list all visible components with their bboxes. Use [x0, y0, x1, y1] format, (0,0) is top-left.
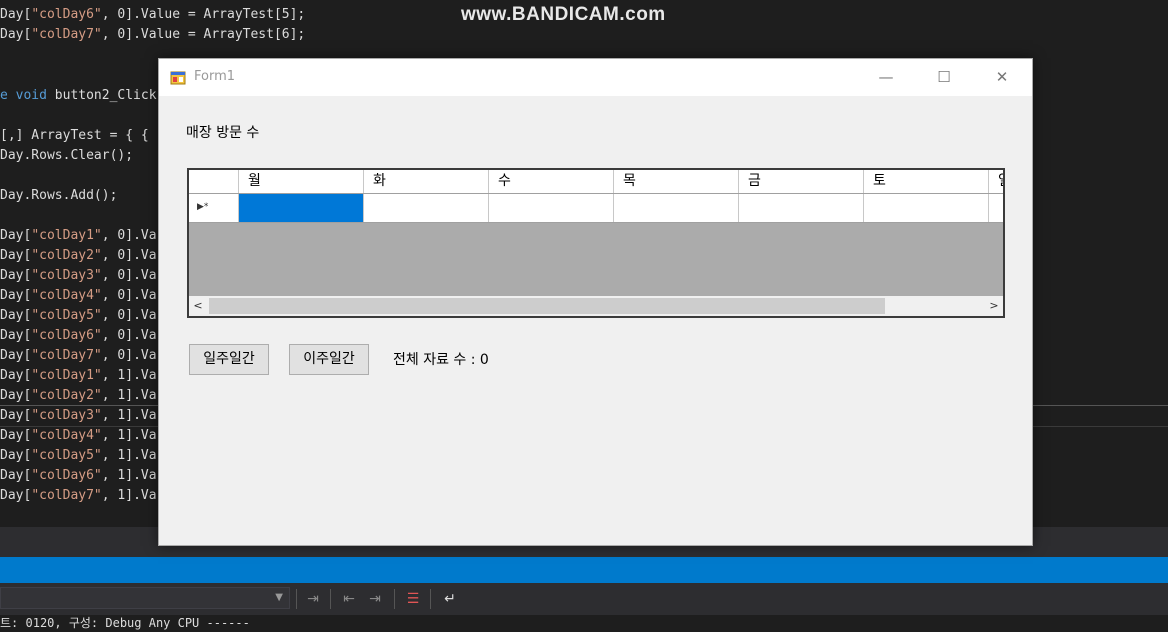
code-line: Day["colDay3", 0].Va	[0, 268, 157, 283]
code-line: e void button2_Click(	[0, 88, 165, 103]
grid-new-row[interactable]: ▶*	[189, 194, 1003, 223]
maximize-button[interactable]: ☐	[921, 59, 967, 96]
previous-message-icon[interactable]: ⇤	[339, 589, 359, 609]
bandicam-watermark: www.BANDICAM.com	[461, 4, 666, 25]
grid-corner-header[interactable]	[189, 170, 239, 193]
output-toolbar: ▼ ⇥ ⇤ ⇥ ☰ ↵	[0, 583, 1168, 615]
word-wrap-icon[interactable]: ↵	[440, 589, 460, 609]
output-source-dropdown[interactable]: ▼	[0, 587, 290, 609]
chevron-down-icon: ▼	[275, 592, 283, 603]
code-line: Day.Rows.Clear();	[0, 148, 134, 163]
scroll-left-icon[interactable]: <	[189, 296, 207, 316]
code-line: Day["colDay2", 1].Va	[0, 388, 157, 403]
column-header-wed[interactable]: 수	[489, 170, 614, 193]
code-line: Day["colDay7", 0].Va	[0, 348, 157, 363]
code-line: Day["colDay1", 0].Va	[0, 228, 157, 243]
two-weeks-button[interactable]: 이주일간	[289, 344, 369, 375]
column-header-mon[interactable]: 월	[239, 170, 364, 193]
one-week-button[interactable]: 일주일간	[189, 344, 269, 375]
total-records-label: 전체 자료 수 : 0	[393, 352, 489, 368]
code-line: Day["colDay6", 1].Va	[0, 468, 157, 483]
row-header[interactable]: ▶*	[189, 194, 239, 222]
grid-cell-sun[interactable]	[989, 194, 1003, 222]
toolbar-separator	[430, 589, 431, 609]
grid-cell-wed[interactable]	[489, 194, 614, 222]
column-header-thu[interactable]: 목	[614, 170, 739, 193]
minimize-button[interactable]: —	[863, 59, 909, 96]
next-message-icon[interactable]: ⇥	[365, 589, 385, 609]
code-line: Day["colDay4", 0].Va	[0, 288, 157, 303]
code-line: Day["colDay3", 1].Va	[0, 408, 157, 423]
column-header-tue[interactable]: 화	[364, 170, 489, 193]
toolbar-separator	[296, 589, 297, 609]
form1-window: Form1 — ☐ ✕ 매장 방문 수 월 화 수 목 금 토 일 ▶*	[158, 58, 1033, 546]
output-text: 트: 0120, 구성: Debug Any CPU ------	[0, 615, 1168, 632]
code-line: Day["colDay4", 1].Va	[0, 428, 157, 443]
grid-cell-tue[interactable]	[364, 194, 489, 222]
code-line: Day["colDay7", 1].Va	[0, 488, 157, 503]
form-app-icon	[170, 71, 186, 85]
code-line: [,] ArrayTest = { {	[0, 128, 149, 143]
code-line: Day["colDay6", 0].Va	[0, 328, 157, 343]
code-line: Day["colDay1", 1].Va	[0, 368, 157, 383]
code-line: Day.Rows.Add();	[0, 188, 118, 203]
code-line: Day["colDay6", 0].Value = ArrayTest[5];	[0, 7, 306, 22]
title-bar[interactable]: Form1 — ☐ ✕	[159, 59, 1032, 96]
window-title: Form1	[194, 69, 236, 84]
column-header-sat[interactable]: 토	[864, 170, 989, 193]
goto-output-icon[interactable]: ⇥	[303, 589, 323, 609]
close-button[interactable]: ✕	[979, 59, 1025, 96]
code-line: Day["colDay5", 1].Va	[0, 448, 157, 463]
horizontal-scrollbar[interactable]: < >	[189, 296, 1003, 316]
clear-all-icon[interactable]: ☰	[403, 589, 423, 609]
column-header-sun[interactable]: 일	[989, 170, 1003, 193]
code-line: Day["colDay2", 0].Va	[0, 248, 157, 263]
scrollbar-thumb[interactable]	[209, 298, 885, 314]
form-client-area: 매장 방문 수 월 화 수 목 금 토 일 ▶*	[159, 96, 1032, 545]
status-bar	[0, 557, 1168, 583]
grid-cell-fri[interactable]	[739, 194, 864, 222]
column-header-fri[interactable]: 금	[739, 170, 864, 193]
grid-cell-sat[interactable]	[864, 194, 989, 222]
toolbar-separator	[394, 589, 395, 609]
scroll-right-icon[interactable]: >	[985, 296, 1003, 316]
toolbar-separator	[330, 589, 331, 609]
code-line: Day["colDay5", 0].Va	[0, 308, 157, 323]
grid-cell-thu[interactable]	[614, 194, 739, 222]
code-line: Day["colDay7", 0].Value = ArrayTest[6];	[0, 27, 306, 42]
store-visits-label: 매장 방문 수	[186, 125, 260, 141]
visits-datagrid[interactable]: 월 화 수 목 금 토 일 ▶* <	[187, 168, 1005, 318]
new-row-indicator-icon: ▶*	[197, 202, 209, 212]
grid-header-row: 월 화 수 목 금 토 일	[189, 170, 1003, 194]
grid-cell-mon[interactable]	[239, 194, 364, 222]
